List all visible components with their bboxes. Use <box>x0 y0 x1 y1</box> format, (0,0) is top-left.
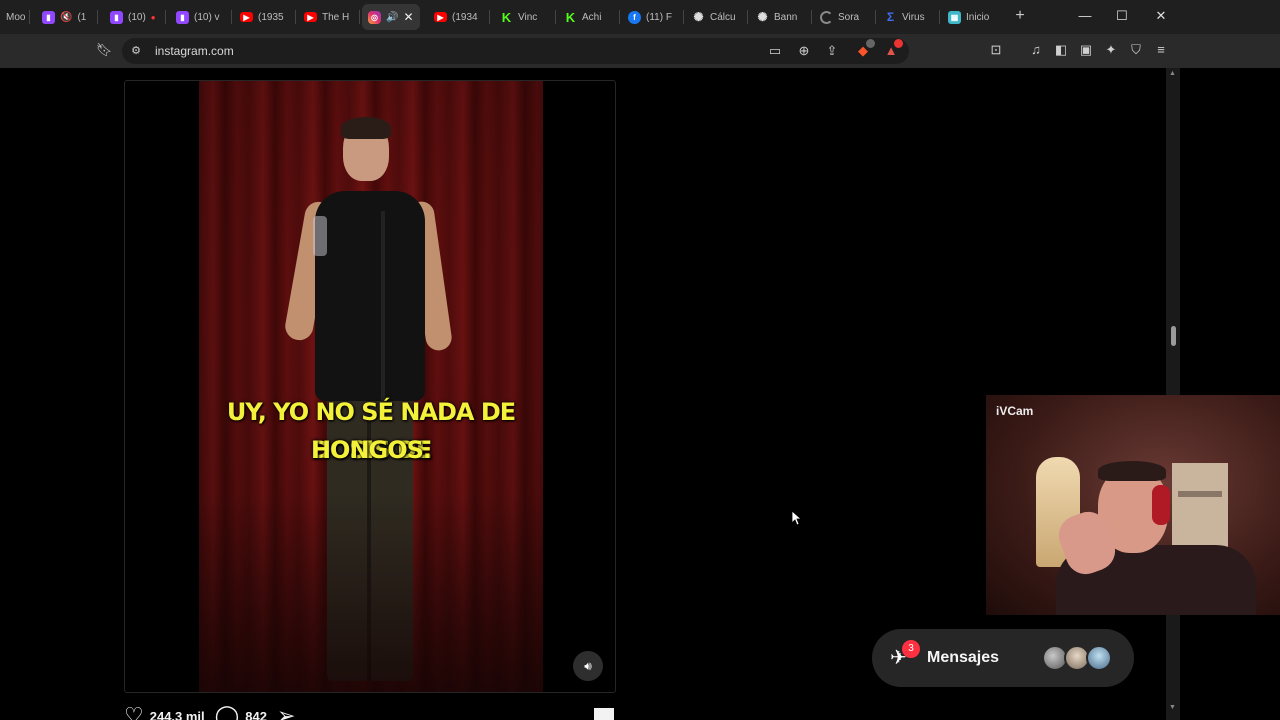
leo-ai-icon[interactable]: ✦ <box>1101 40 1121 60</box>
facebook-icon: f <box>628 10 641 24</box>
tab-kick-2[interactable]: K Achi <box>558 4 620 30</box>
browser-toolbar: 🔖︎ ⚙ instagram.com ▭ ⊕ ⇪ ◆ ▲ ⊡ ♫ ◧ ▣ ✦ ⛉… <box>0 34 1280 68</box>
sidebar-icon[interactable]: ◧ <box>1051 40 1071 60</box>
tab-twitch-1[interactable]: ▮ 🔇 (1 <box>36 4 98 30</box>
comment-icon[interactable]: ◯ <box>215 705 240 720</box>
post-actions: ♡ 244,3 mil ◯ 842 ➢ <box>124 704 295 720</box>
video-caption-line2: HONGOS. <box>310 436 432 464</box>
bookmark-icon[interactable]: 🔖︎ <box>94 40 114 60</box>
comments-count: 842 <box>245 708 267 720</box>
messages-label: Mensajes <box>927 649 1000 666</box>
sound-toggle-button[interactable]: 🔊︎ <box>573 651 603 681</box>
wallet-icon[interactable]: ▣ <box>1076 40 1096 60</box>
tab-label: Virus <box>902 11 925 23</box>
twitch-icon: ▮ <box>42 10 55 24</box>
youtube-icon: ▶ <box>304 12 317 22</box>
brave-shields-icon[interactable]: ◆ <box>853 39 875 61</box>
site-settings-icon[interactable]: ⚙ <box>126 41 146 61</box>
scroll-down-arrow-icon[interactable]: ▼ <box>1169 704 1176 711</box>
tab-inicio[interactable]: ▦ Inicio <box>942 4 1004 30</box>
url-text[interactable]: instagram.com <box>155 44 234 58</box>
tab-chatgpt-1[interactable]: ✺ Cálcu <box>686 4 748 30</box>
tab-instagram[interactable]: ◎ 🔊 ✕ <box>362 4 420 30</box>
page-content: UY, YO NO SÉ NADA DE DOSIS DE HONGOS. 🔊︎… <box>0 68 1166 720</box>
tab-label: (10) <box>128 11 146 23</box>
close-tab-icon[interactable]: ✕ <box>403 10 413 24</box>
tab-virustotal[interactable]: Σ Virus <box>878 4 940 30</box>
share-send-icon[interactable]: ➢ <box>277 705 295 720</box>
twitch-icon: ▮ <box>176 10 189 24</box>
cast-icon[interactable]: ▭ <box>765 41 785 61</box>
maximize-button[interactable]: ☐ <box>1111 6 1133 26</box>
tab-facebook[interactable]: f (11) F <box>622 4 684 30</box>
tab-youtube-2[interactable]: ▶ The H <box>298 4 360 30</box>
browser-tab-strip: Moo ▮ 🔇 (1 ▮ (10) ● ▮ (10) v ▶ (1935 ▶ T… <box>0 0 1280 34</box>
virustotal-icon: Σ <box>886 10 895 24</box>
tab-label: Achi <box>582 11 602 23</box>
openai-icon: ✺ <box>757 10 768 24</box>
message-avatars <box>1042 645 1122 671</box>
tab-label: The H <box>322 11 350 23</box>
share-icon[interactable]: ⇪ <box>822 41 842 61</box>
tab-label: Cálcu <box>710 11 736 23</box>
app-icon: ▦ <box>948 10 961 24</box>
tab-chatgpt-2[interactable]: ✺ Bann <box>750 4 812 30</box>
webcam-label: iVCam <box>996 404 1034 418</box>
tab-label: (10) v <box>194 11 220 23</box>
tab-label: Sora <box>838 11 860 23</box>
tab-label: (1935 <box>258 11 284 23</box>
tab-label: Vinc <box>518 11 538 23</box>
tab-moon[interactable]: Moo <box>0 4 30 30</box>
like-heart-icon[interactable]: ♡ <box>124 705 144 720</box>
kick-icon: K <box>501 9 512 25</box>
minimize-button[interactable]: — <box>1074 6 1096 26</box>
tab-label: (1 <box>77 11 87 23</box>
close-window-button[interactable]: ✕ <box>1150 6 1172 26</box>
screenshot-icon[interactable]: ⊡ <box>986 40 1006 60</box>
tab-youtube-3[interactable]: ▶ (1934 <box>428 4 490 30</box>
zoom-icon[interactable]: ⊕ <box>794 41 814 61</box>
page-scrollbar[interactable]: ▲ ▼ <box>1166 68 1180 720</box>
avatar <box>1086 645 1112 671</box>
address-bar[interactable]: ⚙ instagram.com ▭ ⊕ ⇪ ◆ ▲ <box>122 38 909 64</box>
openai-icon: ✺ <box>693 10 704 24</box>
media-icon[interactable]: ♫ <box>1026 40 1046 60</box>
twitch-icon: ▮ <box>110 10 123 24</box>
instagram-post: UY, YO NO SÉ NADA DE DOSIS DE HONGOS. 🔊︎ <box>124 80 616 693</box>
tab-twitch-2[interactable]: ▮ (10) ● <box>104 4 166 30</box>
scroll-up-arrow-icon[interactable]: ▲ <box>1169 70 1176 77</box>
youtube-icon: ▶ <box>240 12 253 22</box>
speaker-icon[interactable]: 🔊 <box>386 12 398 23</box>
youtube-icon: ▶ <box>434 12 447 22</box>
tab-label: (1934 <box>452 11 478 23</box>
webcam-overlay: iVCam <box>986 395 1280 615</box>
instagram-icon: ◎ <box>368 10 381 24</box>
mouse-cursor-icon <box>792 511 802 526</box>
unread-badge: 3 <box>902 640 920 658</box>
kick-icon: K <box>565 9 576 25</box>
tab-sora[interactable]: Sora <box>814 4 876 30</box>
tab-label: Inicio <box>966 11 990 23</box>
tab-label: Moo <box>6 11 26 23</box>
brave-rewards-icon[interactable]: ▲ <box>881 39 903 61</box>
messages-button[interactable]: ✈︎ 3 Mensajes <box>872 629 1134 687</box>
menu-icon[interactable]: ≡ <box>1151 40 1171 60</box>
tab-youtube-1[interactable]: ▶ (1935 <box>234 4 296 30</box>
loading-icon <box>820 10 833 24</box>
recording-icon: ● <box>150 12 156 22</box>
scrollbar-thumb[interactable] <box>1171 326 1176 346</box>
reel-video[interactable] <box>199 81 543 692</box>
tab-label: Bann <box>774 11 798 23</box>
tab-label: (11) F <box>646 11 672 23</box>
save-bookmark-icon[interactable] <box>594 708 614 720</box>
tab-twitch-3[interactable]: ▮ (10) v <box>170 4 232 30</box>
likes-count: 244,3 mil <box>149 708 205 720</box>
new-tab-button[interactable]: + <box>1011 6 1029 26</box>
vpn-shield-icon[interactable]: ⛉ <box>1126 40 1146 60</box>
tab-kick-1[interactable]: K Vinc <box>494 4 556 30</box>
muted-icon: 🔇 <box>60 11 73 23</box>
